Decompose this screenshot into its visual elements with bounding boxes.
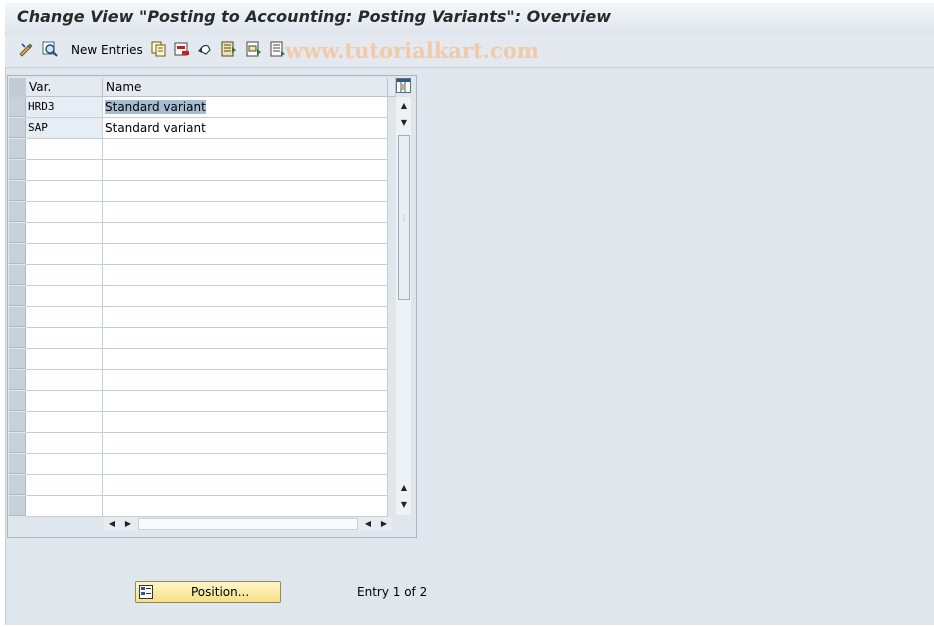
row-selector[interactable] [9, 160, 26, 180]
table-cell-empty[interactable] [26, 160, 103, 181]
table-cell-empty[interactable] [26, 286, 103, 307]
row-selector[interactable] [9, 118, 26, 138]
page-title: Change View "Posting to Accounting: Post… [17, 7, 611, 26]
row-selector[interactable] [9, 286, 26, 306]
table-cell-empty[interactable] [103, 223, 388, 244]
row-selector[interactable] [9, 349, 26, 369]
scroll-grip-icon: ⋮ [400, 214, 408, 223]
table-cell-empty[interactable] [26, 412, 103, 433]
column-header-name[interactable]: Name [103, 78, 388, 97]
table-cell-name-text: Standard variant [105, 100, 206, 114]
table-cell-empty[interactable] [103, 454, 388, 475]
row-selector[interactable] [9, 181, 26, 201]
table-cell-empty[interactable] [103, 265, 388, 286]
horizontal-scroll-track[interactable] [138, 518, 358, 530]
table-cell-empty[interactable] [103, 160, 388, 181]
table-cell-empty[interactable] [103, 328, 388, 349]
row-selector[interactable] [9, 454, 26, 474]
table-cell-empty[interactable] [26, 244, 103, 265]
column-header-spacer [388, 78, 396, 97]
select-all-rows-corner[interactable] [9, 78, 27, 97]
new-entries-button[interactable]: New Entries [71, 43, 143, 57]
table-cell-empty[interactable] [103, 139, 388, 160]
row-selector[interactable] [9, 496, 26, 516]
scroll-right-icon[interactable]: ▶ [123, 519, 133, 529]
entry-counter: Entry 1 of 2 [357, 585, 428, 599]
undo-icon[interactable] [197, 41, 213, 57]
table-settings-icon[interactable] [396, 78, 411, 93]
table-cell-empty[interactable] [103, 202, 388, 223]
select-block-icon[interactable] [246, 41, 262, 57]
table-cell-empty[interactable] [103, 244, 388, 265]
table-cell-empty[interactable] [26, 328, 103, 349]
table-cell-empty[interactable] [26, 391, 103, 412]
position-icon [139, 585, 153, 599]
scroll-right-end-icon[interactable]: ▶ [379, 519, 389, 529]
watermark: www.tutorialkart.com [285, 38, 539, 63]
scroll-left-icon[interactable]: ◀ [107, 519, 117, 529]
table-cell-empty[interactable] [26, 202, 103, 223]
row-selector[interactable] [9, 202, 26, 222]
table-cell-empty[interactable] [103, 286, 388, 307]
column-header-var[interactable]: Var. [26, 78, 103, 97]
table-cell-var: HRD3 [26, 97, 103, 118]
scroll-left-end-icon[interactable]: ◀ [363, 519, 373, 529]
table-cell-name[interactable]: Standard variant [103, 97, 388, 118]
table-cell-var: SAP [26, 118, 103, 139]
row-selector[interactable] [9, 370, 26, 390]
row-selector[interactable] [9, 244, 26, 264]
select-all-icon[interactable] [221, 41, 237, 57]
scroll-page-down-icon[interactable]: ▼ [399, 500, 409, 510]
table-cell-empty[interactable] [103, 307, 388, 328]
table-cell-empty[interactable] [26, 433, 103, 454]
row-selector[interactable] [9, 433, 26, 453]
table-cell-empty[interactable] [103, 370, 388, 391]
table-cell-empty[interactable] [26, 496, 103, 517]
table-cell-empty[interactable] [26, 139, 103, 160]
table-cell-empty[interactable] [103, 391, 388, 412]
row-selector[interactable] [9, 307, 26, 327]
table-cell-empty[interactable] [26, 265, 103, 286]
row-selector[interactable] [9, 97, 26, 117]
row-selector[interactable] [9, 391, 26, 411]
table-cell-empty[interactable] [26, 475, 103, 496]
display-change-icon[interactable] [18, 41, 34, 57]
position-button-label: Position... [191, 585, 250, 599]
row-selector[interactable] [9, 328, 26, 348]
copy-icon[interactable] [151, 41, 167, 57]
deselect-all-icon[interactable] [270, 41, 286, 57]
table-cell-empty[interactable] [26, 307, 103, 328]
table-cell-empty[interactable] [103, 475, 388, 496]
position-button[interactable]: Position... [135, 581, 281, 603]
table-cell-empty[interactable] [26, 370, 103, 391]
delete-icon[interactable] [174, 41, 190, 57]
table-cell-empty[interactable] [103, 349, 388, 370]
row-selector[interactable] [9, 139, 26, 159]
table-cell-empty[interactable] [26, 454, 103, 475]
row-selector[interactable] [9, 223, 26, 243]
table-cell-name[interactable]: Standard variant [103, 118, 388, 139]
details-icon[interactable] [42, 41, 58, 57]
table-cell-empty[interactable] [103, 433, 388, 454]
table-cell-empty[interactable] [26, 181, 103, 202]
table-cell-empty[interactable] [103, 412, 388, 433]
row-selector[interactable] [9, 412, 26, 432]
table-cell-empty[interactable] [26, 223, 103, 244]
scroll-down-icon[interactable]: ▼ [399, 118, 409, 128]
row-selector[interactable] [9, 475, 26, 495]
table-cell-empty[interactable] [103, 181, 388, 202]
table-cell-name-text: Standard variant [105, 121, 206, 135]
table-cell-empty[interactable] [103, 496, 388, 517]
row-selector[interactable] [9, 265, 26, 285]
scroll-up-icon[interactable]: ▲ [399, 101, 409, 111]
scroll-page-up-icon[interactable]: ▲ [399, 483, 409, 493]
table-cell-empty[interactable] [26, 349, 103, 370]
